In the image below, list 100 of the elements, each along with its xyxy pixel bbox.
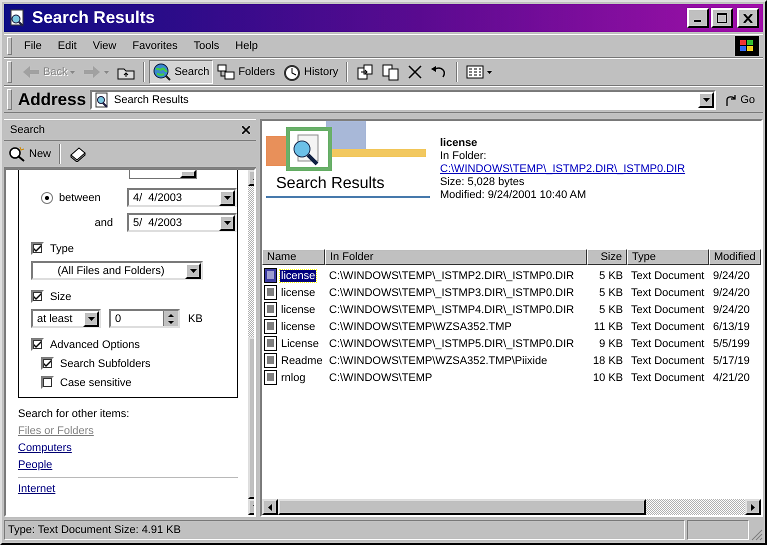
pane-title: Search <box>10 124 45 136</box>
file-name-cell[interactable]: license <box>280 320 316 332</box>
caret-icon <box>104 70 110 74</box>
checkbox-label: Advanced Options <box>50 338 140 350</box>
table-cell-text: 9/24/20 <box>712 304 751 316</box>
file-name-cell[interactable]: Readme <box>280 354 324 366</box>
down-arrow-icon <box>702 98 710 102</box>
link[interactable]: People <box>18 459 52 471</box>
checkbox-label: Case sensitive <box>60 376 132 388</box>
move-to-icon <box>356 64 374 80</box>
go-button[interactable]: Go <box>716 92 763 106</box>
maximize-button[interactable] <box>711 8 733 28</box>
table-cell-text: C:\WINDOWS\TEMP <box>328 372 434 384</box>
file-name-cell[interactable]: license <box>280 304 316 316</box>
dropdown-arrow-button[interactable] <box>698 92 714 108</box>
checkbox[interactable] <box>31 242 44 255</box>
document-icon <box>264 319 277 334</box>
table-cell-text: 18 KB <box>592 354 624 366</box>
banner-title: Search Results <box>275 175 386 193</box>
and-label: and <box>94 216 113 228</box>
dropdown-arrow-button[interactable] <box>185 262 201 278</box>
menu-item[interactable]: Edit <box>52 40 83 52</box>
table-cell-text: C:\WINDOWS\TEMP\_ISTMP4.DIR\_ISTMP0.DIR <box>328 304 576 316</box>
table-cell-text: Text Document <box>630 338 706 350</box>
table-cell-text: Text Document <box>630 372 706 384</box>
minimize-button[interactable] <box>687 8 709 28</box>
table-cell-text: 5 KB <box>598 304 624 316</box>
date-field[interactable] <box>129 170 197 179</box>
left-arrow-icon[interactable] <box>268 504 272 510</box>
file-name-cell[interactable]: License <box>280 338 320 350</box>
dropdown-arrow-button[interactable] <box>83 310 99 326</box>
table-cell-text: 5 KB <box>598 286 624 298</box>
flag-logo-icon <box>735 36 759 56</box>
table-cell-text: 5/17/19 <box>712 354 751 366</box>
file-name-cell[interactable]: license <box>280 270 316 282</box>
address-field[interactable]: Search Results <box>90 90 716 110</box>
down-arrow-icon <box>190 268 196 272</box>
dropdown-arrow-button[interactable] <box>219 214 235 230</box>
checkmark-icon <box>43 359 52 368</box>
menu-item[interactable]: Help <box>229 40 264 52</box>
copy-to-icon <box>382 64 400 80</box>
document-icon <box>264 353 277 368</box>
right-arrow-icon[interactable] <box>751 504 755 510</box>
table-cell-text: 5 KB <box>598 270 624 282</box>
radio-button[interactable] <box>41 192 53 204</box>
checkbox[interactable] <box>31 338 44 351</box>
menu-item[interactable]: Tools <box>188 40 226 52</box>
address-label: Address <box>18 90 86 110</box>
globe-magnifier-icon <box>153 63 172 81</box>
resize-grip-icon[interactable] <box>751 529 763 541</box>
dropdown-arrow-button[interactable] <box>219 190 235 206</box>
new-search-button[interactable]: New <box>4 146 56 162</box>
close-icon <box>743 14 753 22</box>
size-mode-dropdown[interactable]: at least <box>31 309 101 328</box>
checkbox[interactable] <box>41 357 54 370</box>
type-dropdown[interactable]: (All Files and Folders) <box>31 261 203 280</box>
file-name-cell[interactable]: license <box>280 286 316 298</box>
search-button[interactable]: Search <box>149 60 214 84</box>
column-header[interactable]: Name <box>262 249 325 265</box>
date-field[interactable]: 5/ 4/2003 <box>127 213 237 232</box>
file-name-cell[interactable]: rnlog <box>280 372 306 384</box>
spin-button[interactable] <box>163 311 178 326</box>
column-header[interactable]: Type <box>627 249 709 265</box>
folder-link[interactable]: C:\WINDOWS\TEMP\_ISTMP2.DIR\_ISTMP0.DIR <box>440 163 686 176</box>
column-header[interactable]: Modified <box>709 249 761 265</box>
table-cell-text: 9/24/20 <box>712 286 751 298</box>
close-button[interactable] <box>242 126 250 134</box>
down-arrow-icon <box>88 316 94 320</box>
table-cell-text: C:\WINDOWS\TEMP\_ISTMP2.DIR\_ISTMP0.DIR <box>328 270 576 282</box>
table-cell-text: Text Document <box>630 304 706 316</box>
horizontal-scrollbar[interactable] <box>262 499 761 515</box>
table-cell-text: 5/5/199 <box>712 338 751 350</box>
menu-item[interactable]: View <box>86 40 122 52</box>
column-header[interactable]: Size <box>587 249 627 265</box>
table-cell-text: C:\WINDOWS\TEMP\_ISTMP5.DIR\_ISTMP0.DIR <box>328 338 576 350</box>
checkbox[interactable] <box>31 290 44 303</box>
checkmark-icon <box>33 244 42 253</box>
checkmark-icon <box>33 340 42 349</box>
link[interactable]: Internet <box>18 483 56 495</box>
date-field[interactable]: 4/ 4/2003 <box>127 188 237 207</box>
window-title: Search Results <box>32 8 155 28</box>
column-header[interactable]: In Folder <box>325 249 587 265</box>
table-cell-text: Text Document <box>630 286 706 298</box>
table-cell-text: 6/13/19 <box>712 320 751 332</box>
magnifier-icon <box>8 146 26 162</box>
menu-item[interactable]: Favorites <box>126 40 184 52</box>
table-cell-text: Text Document <box>630 354 706 366</box>
checkbox-label: Search Subfolders <box>60 358 150 370</box>
checkbox-label: Size <box>50 290 72 302</box>
menu-item[interactable]: File <box>18 40 48 52</box>
folders-button[interactable]: Folders <box>213 60 280 84</box>
views-icon <box>466 65 484 79</box>
unit-label: KB <box>188 312 203 324</box>
size-spin-field[interactable]: 0 <box>109 309 180 328</box>
link[interactable]: Computers <box>18 442 72 454</box>
history-button[interactable]: History <box>279 60 342 84</box>
checkbox[interactable] <box>41 376 54 389</box>
document-icon <box>264 370 277 385</box>
table-cell-text: C:\WINDOWS\TEMP\WZSA352.TMP\Piixide <box>328 354 548 366</box>
table-cell-text: 10 KB <box>592 372 624 384</box>
